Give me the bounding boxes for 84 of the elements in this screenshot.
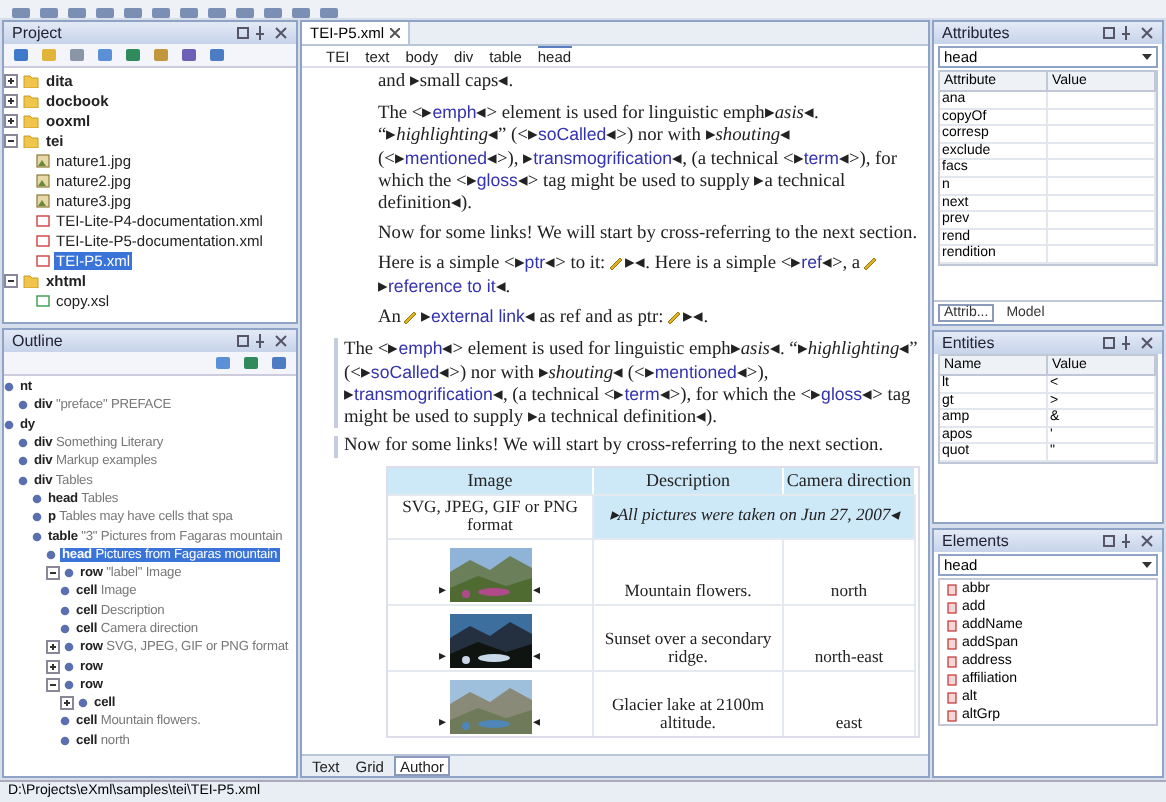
panel-title: Project: [12, 24, 62, 42]
value-cell[interactable]: [1048, 177, 1156, 196]
table-cell: Sunset over a secondary ridge.: [594, 603, 784, 670]
node-dot-icon: [32, 493, 42, 504]
column-header: Image: [388, 467, 594, 493]
node-dot-icon: [18, 438, 28, 449]
link-icon[interactable]: [607, 254, 624, 271]
node-dot-icon: [60, 735, 70, 746]
column-header: Camera direction: [784, 467, 916, 493]
paragraph-text: The <▸emph◂> element is used for linguistic emph▸asis◂. “▸highlighting◂” (<▸soCalled◂>) nor with ▸shouting◂ (<▸mentioned◂>), ▸transmogrification◂, (a technical <▸term◂>), for which the <▸gloss◂> tag might be used to supply ▸a technical definition◂).: [344, 339, 918, 428]
table-cell: north-east: [784, 603, 916, 670]
expand-icon[interactable]: [60, 696, 74, 711]
paragraph-text: An: [378, 308, 401, 329]
xsl-file-icon: [36, 293, 50, 307]
value-cell[interactable]: [1048, 126, 1156, 144]
node-dot-icon: [60, 716, 70, 727]
image-file-icon: [36, 193, 50, 207]
paragraph-text: ▸external link◂ as ref and as ptr:: [420, 308, 664, 329]
column-header: Description: [594, 467, 784, 493]
expand-icon[interactable]: [46, 640, 60, 655]
collapse-icon[interactable]: [46, 677, 60, 692]
table-cell: Glacier lake at 2100m altitude.: [594, 669, 784, 736]
link-icon[interactable]: [862, 254, 879, 271]
node-dot-icon: [78, 698, 88, 709]
expand-icon[interactable]: [4, 93, 18, 107]
paragraph-text: ▸reference to it◂.: [378, 277, 511, 298]
paragraph-text: The <▸emph◂> element is used for linguistic emph▸asis◂. “▸highlighting◂” (<▸soCalled◂>) nor with ▸shouting◂ (<▸mentioned◂>), ▸transmogrification◂, (a technical <▸term◂>), for which the <▸gloss◂> tag might be used to supply ▸a technical definition◂).: [378, 103, 897, 214]
panel-controls-icon[interactable]: [236, 334, 288, 348]
node-dot-icon: [64, 661, 74, 672]
panel-title: Elements: [942, 532, 1009, 550]
expand-icon[interactable]: [4, 73, 18, 87]
node-dot-icon: [46, 549, 56, 560]
value-cell[interactable]: [1048, 212, 1156, 230]
node-dot-icon: [60, 586, 70, 597]
image-file-icon: [36, 153, 50, 167]
table-cell: east: [784, 669, 916, 736]
link-icon[interactable]: [665, 308, 682, 325]
value-cell[interactable]: [1048, 229, 1156, 247]
node-dot-icon: [64, 642, 74, 653]
node-dot-icon: [64, 679, 74, 690]
panel-controls-icon[interactable]: [1102, 534, 1154, 548]
table-cell: Mountain flowers.: [594, 537, 784, 604]
node-dot-icon: [18, 400, 28, 411]
value-cell[interactable]: [1048, 160, 1156, 178]
caret-icon: [1142, 562, 1152, 568]
paragraph-text: and ▸small caps◂.: [378, 72, 514, 92]
panel-title: Entities: [942, 333, 995, 352]
node-dot-icon: [4, 382, 14, 393]
panel-controls-icon[interactable]: [236, 26, 288, 40]
image-file-icon: [36, 173, 50, 187]
panel-controls-icon[interactable]: [1102, 335, 1154, 350]
node-dot-icon: [32, 512, 42, 523]
collapse-icon[interactable]: [4, 133, 18, 147]
node-dot-icon: [64, 568, 74, 579]
node-dot-icon: [18, 475, 28, 486]
collapse-icon[interactable]: [46, 566, 60, 581]
node-dot-icon: [60, 605, 70, 616]
folder-icon: [22, 273, 40, 287]
expand-icon[interactable]: [46, 659, 60, 674]
close-icon[interactable]: [390, 28, 401, 38]
node-dot-icon: [18, 456, 28, 467]
paragraph-text: Now for some links! We will start by cross-referring to the next section.: [344, 436, 884, 457]
collapse-icon[interactable]: [4, 273, 18, 287]
node-dot-icon: [60, 624, 70, 634]
value-cell[interactable]: [1048, 195, 1156, 213]
table-cell: ▸All pictures were taken on Jun 27, 2007◂: [594, 493, 916, 538]
value-cell[interactable]: [1048, 109, 1156, 127]
table-cell: SVG, JPEG, GIF or PNG format: [388, 493, 594, 538]
paragraph-text: ▸◂.: [683, 308, 709, 329]
paragraph-text: Now for some links! We will start by cross-referring to the next section.: [378, 223, 918, 244]
table-cell: north: [784, 537, 916, 604]
panel-controls-icon[interactable]: [1102, 26, 1154, 40]
panel-title: Outline: [12, 332, 63, 350]
link-icon[interactable]: [402, 308, 419, 325]
paragraph-text: ▸◂. Here is a simple <▸ref◂>, a: [625, 254, 861, 275]
value-cell[interactable]: [1048, 143, 1156, 161]
caret-icon: [1142, 54, 1152, 60]
expand-icon[interactable]: [4, 113, 18, 127]
node-dot-icon: [32, 531, 42, 542]
value-cell[interactable]: [1048, 246, 1156, 264]
panel-title: Attributes: [942, 24, 1010, 42]
node-dot-icon: [4, 419, 14, 430]
value-cell[interactable]: [1048, 92, 1156, 110]
paragraph-text: Here is a simple <▸ptr◂> to it:: [378, 254, 606, 275]
